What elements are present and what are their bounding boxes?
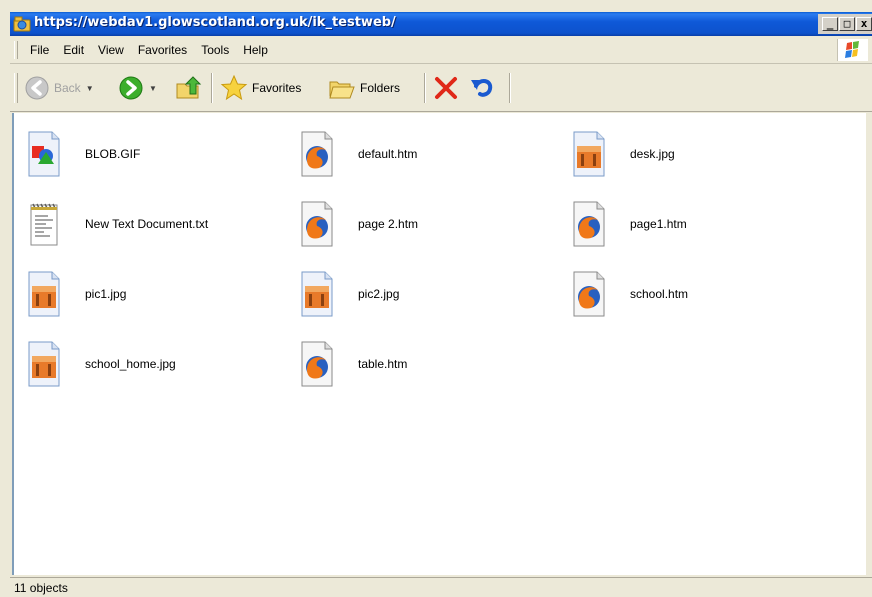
windows-logo-icon: [837, 39, 868, 61]
folders-icon: [329, 81, 355, 99]
firefox-html-file-icon: [301, 201, 333, 247]
file-item[interactable]: page1.htm: [571, 193, 687, 255]
status-text: 11 objects: [14, 581, 68, 595]
window-right-edge: [866, 113, 872, 577]
up-folder-icon: [176, 76, 202, 99]
maximize-button[interactable]: □: [839, 17, 855, 31]
text-file-icon: [30, 203, 58, 246]
file-item[interactable]: school.htm: [571, 263, 688, 325]
menu-file[interactable]: File: [24, 43, 57, 57]
back-arrow-icon: [25, 76, 49, 100]
gif-file-icon: [28, 131, 60, 177]
undo-button[interactable]: [468, 74, 496, 102]
toolbar-separator: [211, 73, 213, 103]
delete-x-icon: [435, 77, 457, 99]
favorites-label: Favorites: [252, 81, 302, 95]
file-name: BLOB.GIF: [85, 147, 141, 161]
close-button[interactable]: x: [856, 17, 872, 31]
file-name: pic1.jpg: [85, 287, 127, 301]
file-name: page1.htm: [630, 217, 687, 231]
file-name: page 2.htm: [358, 217, 419, 231]
file-name: default.htm: [358, 147, 418, 161]
menu-tools[interactable]: Tools: [195, 43, 237, 57]
star-icon: [220, 74, 248, 101]
toolbar: Back ▼ ▼ Favorites Folders: [10, 65, 872, 112]
internet-explorer-folder-icon: [13, 16, 31, 32]
folders-button[interactable]: Folders: [328, 74, 400, 102]
file-name: school_home.jpg: [85, 357, 176, 371]
file-item[interactable]: BLOB.GIF: [26, 123, 140, 185]
firefox-html-file-icon: [301, 131, 333, 177]
file-item[interactable]: school_home.jpg: [26, 333, 176, 395]
jpg-file-icon: [573, 131, 605, 177]
file-item[interactable]: table.htm: [299, 333, 407, 395]
status-bar: 11 objects: [10, 577, 872, 597]
menu-bar: File Edit View Favorites Tools Help: [10, 36, 872, 64]
forward-dropdown-icon[interactable]: ▼: [149, 84, 157, 93]
back-dropdown-icon[interactable]: ▼: [86, 84, 94, 93]
back-button[interactable]: Back ▼: [24, 74, 94, 102]
file-name: desk.jpg: [630, 147, 675, 161]
minimize-button[interactable]: _: [822, 17, 838, 31]
file-list-pane[interactable]: BLOB.GIF default.htm desk.jpg New Text D…: [12, 113, 872, 575]
delete-button[interactable]: [432, 74, 460, 102]
file-name: table.htm: [358, 357, 408, 371]
undo-icon: [471, 79, 493, 97]
menu-view[interactable]: View: [92, 43, 132, 57]
firefox-html-file-icon: [573, 201, 605, 247]
file-item[interactable]: desk.jpg: [571, 123, 675, 185]
menu-items: File Edit View Favorites Tools Help: [24, 43, 276, 57]
forward-arrow-icon: [119, 76, 143, 100]
up-folder-button[interactable]: [174, 74, 202, 102]
menu-help[interactable]: Help: [237, 43, 276, 57]
jpg-file-icon: [28, 271, 60, 317]
file-name: New Text Document.txt: [85, 217, 209, 231]
menu-grip[interactable]: [14, 41, 18, 59]
file-name: pic2.jpg: [358, 287, 400, 301]
folders-label: Folders: [360, 81, 401, 95]
menu-favorites[interactable]: Favorites: [132, 43, 195, 57]
toolbar-separator: [509, 73, 511, 103]
title-bar[interactable]: https://webdav1.glowscotland.org.uk/ik_t…: [10, 12, 872, 36]
jpg-file-icon: [301, 271, 333, 317]
toolbar-separator: [424, 73, 426, 103]
favorites-button[interactable]: Favorites: [220, 74, 301, 102]
forward-button[interactable]: ▼: [118, 74, 157, 102]
file-item[interactable]: default.htm: [299, 123, 417, 185]
jpg-file-icon: [28, 341, 60, 387]
window-title: https://webdav1.glowscotland.org.uk/ik_t…: [34, 15, 396, 30]
window-controls: _ □ x: [818, 14, 872, 34]
file-item[interactable]: page 2.htm: [299, 193, 418, 255]
menu-edit[interactable]: Edit: [57, 43, 92, 57]
back-label: Back: [54, 81, 81, 95]
firefox-html-file-icon: [301, 341, 333, 387]
file-item[interactable]: New Text Document.txt: [26, 193, 208, 255]
firefox-html-file-icon: [573, 271, 605, 317]
file-item[interactable]: pic2.jpg: [299, 263, 399, 325]
toolbar-grip[interactable]: [14, 73, 18, 103]
file-name: school.htm: [630, 287, 689, 301]
file-item[interactable]: pic1.jpg: [26, 263, 126, 325]
